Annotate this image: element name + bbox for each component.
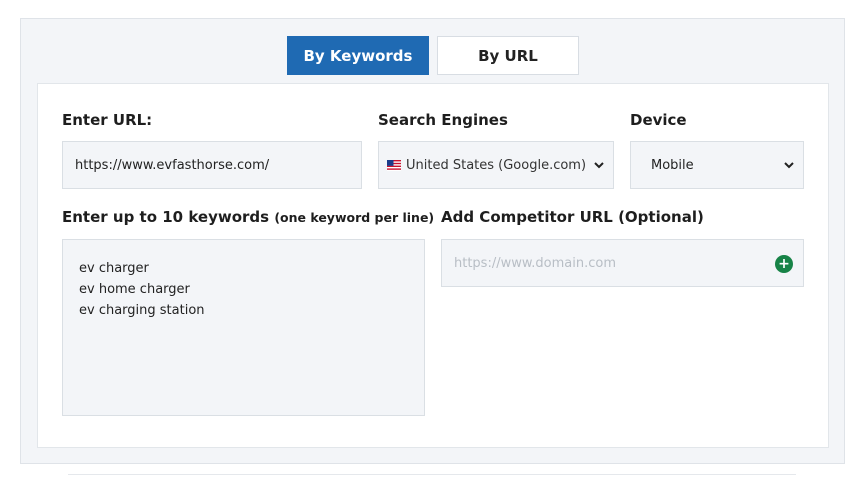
keywords-label: Enter up to 10 keywords (one keyword per… <box>62 208 434 226</box>
device-label: Device <box>630 111 687 129</box>
us-flag-icon <box>387 159 401 171</box>
plus-circle-icon[interactable]: + <box>775 255 793 273</box>
device-value: Mobile <box>651 157 694 173</box>
competitor-url-input[interactable]: https://www.domain.com + <box>441 239 804 287</box>
tab-by-url[interactable]: By URL <box>437 36 579 75</box>
chevron-down-icon <box>594 162 604 169</box>
url-value: https://www.evfasthorse.com/ <box>75 157 270 173</box>
keywords-hint: (one keyword per line) <box>274 210 435 225</box>
device-select[interactable]: Mobile <box>630 141 804 189</box>
competitor-label: Add Competitor URL (Optional) <box>441 208 704 226</box>
search-form-container: By Keywords By URL Enter URL: https://ww… <box>20 18 845 464</box>
keyword-line: ev home charger <box>79 282 190 297</box>
search-engines-label: Search Engines <box>378 111 508 129</box>
search-engine-value: United States (Google.com) <box>406 157 587 173</box>
form-panel: Enter URL: https://www.evfasthorse.com/ … <box>37 83 829 448</box>
keyword-line: ev charging station <box>79 303 205 318</box>
competitor-placeholder: https://www.domain.com <box>454 255 617 271</box>
keywords-textarea[interactable]: ev charger ev home charger ev charging s… <box>62 239 425 416</box>
divider <box>68 474 796 475</box>
url-label: Enter URL: <box>62 111 153 129</box>
search-engine-select[interactable]: United States (Google.com) <box>378 141 614 189</box>
tab-by-keywords[interactable]: By Keywords <box>287 36 429 75</box>
chevron-down-icon <box>784 162 794 169</box>
url-input[interactable]: https://www.evfasthorse.com/ <box>62 141 362 189</box>
keyword-line: ev charger <box>79 261 149 276</box>
keywords-label-text: Enter up to 10 keywords <box>62 208 270 226</box>
